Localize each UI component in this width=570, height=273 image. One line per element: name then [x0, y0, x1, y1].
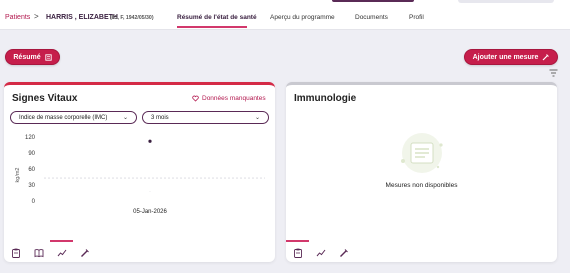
top-header: Patients > HARRIS , ELIZABETH (83, F, 19…	[0, 0, 570, 30]
missing-data-indicator[interactable]: Données manquantes	[192, 95, 266, 102]
period-select-value: 3 mois	[151, 114, 169, 121]
vitals-card-title: Signes Vitaux	[12, 93, 78, 104]
filter-icon[interactable]	[549, 69, 558, 77]
y-tick-label: 30	[28, 183, 35, 189]
syringe-icon	[542, 53, 550, 60]
vitals-card: Signes Vitaux Données manquantes Indice …	[4, 82, 275, 262]
empty-state-message: Mesures non disponibles	[385, 182, 458, 189]
heart-icon	[192, 95, 199, 102]
syringe-icon[interactable]	[80, 248, 90, 258]
document-icon	[44, 53, 52, 61]
immunology-card-title: Immunologie	[294, 93, 357, 104]
book-icon[interactable]	[34, 248, 44, 258]
metric-select[interactable]: Indice de masse corporelle (IMC) ⌄	[10, 111, 137, 124]
patient-meta: (83, F, 1942/05/30)	[110, 15, 154, 21]
add-measure-button-label: Ajouter une mesure	[472, 53, 539, 61]
resume-button-label: Résumé	[13, 53, 41, 61]
immunology-card-footer	[286, 240, 557, 262]
patient-name: HARRIS , ELIZABETH	[46, 14, 118, 21]
chevron-down-icon: ⌄	[254, 115, 260, 121]
tab-documents[interactable]: Documents	[355, 14, 388, 21]
resume-button[interactable]: Résumé	[5, 49, 60, 65]
trend-icon[interactable]	[316, 248, 326, 258]
y-tick-label: 0	[32, 199, 36, 205]
missing-data-label: Données manquantes	[202, 95, 266, 102]
add-measure-button[interactable]: Ajouter une mesure	[464, 49, 558, 65]
active-footer-indicator	[286, 240, 309, 242]
trend-icon[interactable]	[57, 248, 67, 258]
clipboard-icon[interactable]	[11, 248, 21, 258]
breadcrumb-separator: >	[34, 12, 39, 21]
chevron-down-icon: ⌄	[122, 115, 128, 121]
vitals-card-footer	[4, 240, 275, 262]
immunology-card: Immunologie Mesures non disponibles	[286, 82, 557, 262]
metric-select-value: Indice de masse corporelle (IMC)	[19, 114, 108, 121]
header-decoration	[458, 0, 554, 3]
x-tick-label: 05-Jan-2026	[133, 209, 167, 215]
syringe-icon[interactable]	[339, 248, 349, 258]
active-tab-indicator	[177, 26, 247, 28]
breadcrumb-patients-link[interactable]: Patients	[5, 13, 30, 22]
header-decoration	[332, 0, 414, 2]
empty-state-illustration	[401, 133, 443, 173]
tab-health-summary[interactable]: Résumé de l'état de santé	[177, 14, 257, 21]
tab-program-overview[interactable]: Aperçu du programme	[270, 14, 335, 21]
y-tick-label: 90	[28, 151, 35, 157]
data-point	[148, 139, 152, 143]
y-axis-label: kg/m2	[15, 168, 21, 183]
clipboard-icon[interactable]	[293, 248, 303, 258]
y-tick-label: 60	[28, 167, 35, 173]
bmi-chart: kg/m2 0 30 60 90 120 05-Jan-2026	[15, 135, 265, 215]
tab-profile[interactable]: Profil	[409, 14, 424, 21]
period-select[interactable]: 3 mois ⌄	[142, 111, 269, 124]
active-footer-indicator	[50, 240, 73, 242]
y-tick-label: 120	[25, 135, 36, 141]
